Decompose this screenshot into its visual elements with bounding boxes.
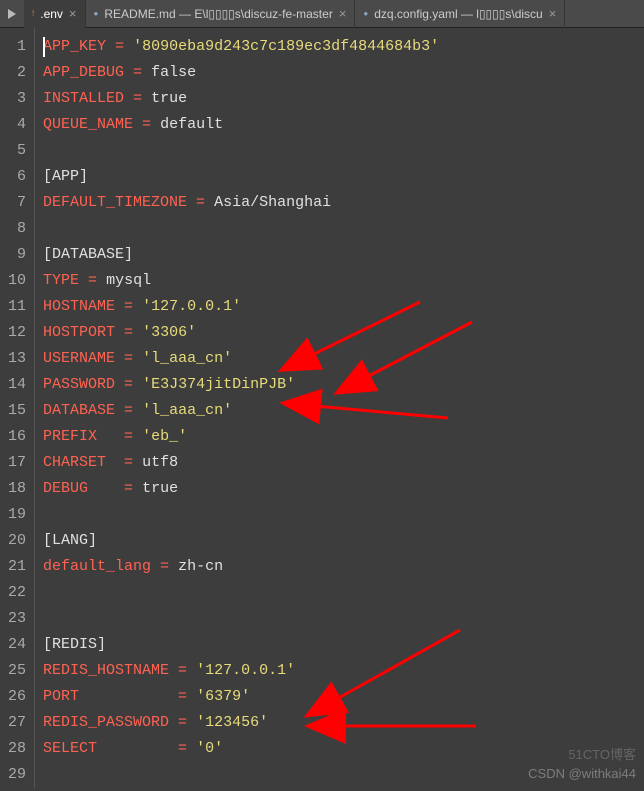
code-line[interactable]: [APP] bbox=[43, 164, 644, 190]
code-line[interactable]: APP_KEY = '8090eba9d243c7c189ec3df484468… bbox=[43, 34, 644, 60]
tab-1[interactable]: ● README.md — E\l▯▯▯▯s\discuz-fe-master × bbox=[86, 0, 356, 28]
code-line[interactable]: HOSTNAME = '127.0.0.1' bbox=[43, 294, 644, 320]
close-icon[interactable]: × bbox=[339, 6, 347, 21]
close-icon[interactable]: × bbox=[549, 6, 557, 21]
play-icon[interactable] bbox=[0, 9, 24, 19]
line-number: 29 bbox=[0, 762, 34, 788]
code-line[interactable]: APP_DEBUG = false bbox=[43, 60, 644, 86]
line-number: 6 bbox=[0, 164, 34, 190]
line-number: 13 bbox=[0, 346, 34, 372]
watermark-csdn: CSDN @withkai44 bbox=[528, 766, 636, 781]
text-cursor bbox=[43, 37, 45, 57]
code-line[interactable]: REDIS_HOSTNAME = '127.0.0.1' bbox=[43, 658, 644, 684]
line-number: 23 bbox=[0, 606, 34, 632]
line-number: 17 bbox=[0, 450, 34, 476]
line-number: 18 bbox=[0, 476, 34, 502]
line-number: 24 bbox=[0, 632, 34, 658]
file-icon: ! bbox=[32, 9, 34, 18]
code-line[interactable]: CHARSET = utf8 bbox=[43, 450, 644, 476]
line-number: 16 bbox=[0, 424, 34, 450]
line-number: 11 bbox=[0, 294, 34, 320]
line-number: 21 bbox=[0, 554, 34, 580]
watermark-51cto: 51CTO博客 bbox=[568, 744, 636, 763]
code-line[interactable] bbox=[43, 502, 644, 528]
file-icon: ● bbox=[363, 9, 368, 18]
tab-0[interactable]: ! .env × bbox=[24, 0, 86, 28]
code-line[interactable]: PREFIX = 'eb_' bbox=[43, 424, 644, 450]
tab-label: dzq.config.yaml — l▯▯▯▯s\discu bbox=[374, 7, 542, 21]
code-line[interactable]: SELECT = '0' bbox=[43, 736, 644, 762]
line-number: 14 bbox=[0, 372, 34, 398]
code-line[interactable]: [LANG] bbox=[43, 528, 644, 554]
code-line[interactable]: REDIS_PASSWORD = '123456' bbox=[43, 710, 644, 736]
line-number: 10 bbox=[0, 268, 34, 294]
code-line[interactable]: [DATABASE] bbox=[43, 242, 644, 268]
code-line[interactable] bbox=[43, 580, 644, 606]
line-number: 15 bbox=[0, 398, 34, 424]
code-line[interactable]: DEFAULT_TIMEZONE = Asia/Shanghai bbox=[43, 190, 644, 216]
code-line[interactable]: default_lang = zh-cn bbox=[43, 554, 644, 580]
code-line[interactable]: [REDIS] bbox=[43, 632, 644, 658]
line-number: 28 bbox=[0, 736, 34, 762]
line-number: 3 bbox=[0, 86, 34, 112]
code-line[interactable]: USERNAME = 'l_aaa_cn' bbox=[43, 346, 644, 372]
tab-label: README.md — E\l▯▯▯▯s\discuz-fe-master bbox=[104, 7, 332, 21]
line-number: 19 bbox=[0, 502, 34, 528]
tab-bar: ! .env × ● README.md — E\l▯▯▯▯s\discuz-fe-ma… bbox=[0, 0, 644, 28]
tab-label: .env bbox=[40, 7, 63, 21]
line-number: 25 bbox=[0, 658, 34, 684]
line-number: 8 bbox=[0, 216, 34, 242]
file-icon: ● bbox=[94, 9, 99, 18]
line-number: 22 bbox=[0, 580, 34, 606]
code-line[interactable]: INSTALLED = true bbox=[43, 86, 644, 112]
code-editor[interactable]: 1234567891011121314151617181920212223242… bbox=[0, 28, 644, 788]
line-number: 5 bbox=[0, 138, 34, 164]
code-area[interactable]: APP_KEY = '8090eba9d243c7c189ec3df484468… bbox=[34, 28, 644, 788]
code-line[interactable]: DATABASE = 'l_aaa_cn' bbox=[43, 398, 644, 424]
code-line[interactable] bbox=[43, 606, 644, 632]
code-line[interactable] bbox=[43, 138, 644, 164]
line-number: 4 bbox=[0, 112, 34, 138]
line-number: 7 bbox=[0, 190, 34, 216]
line-number: 20 bbox=[0, 528, 34, 554]
line-number: 12 bbox=[0, 320, 34, 346]
code-line[interactable]: HOSTPORT = '3306' bbox=[43, 320, 644, 346]
code-line[interactable]: DEBUG = true bbox=[43, 476, 644, 502]
line-number: 27 bbox=[0, 710, 34, 736]
line-number: 1 bbox=[0, 34, 34, 60]
close-icon[interactable]: × bbox=[69, 6, 77, 21]
line-number: 2 bbox=[0, 60, 34, 86]
tab-2[interactable]: ● dzq.config.yaml — l▯▯▯▯s\discu × bbox=[355, 0, 565, 28]
line-gutter: 1234567891011121314151617181920212223242… bbox=[0, 28, 34, 788]
code-line[interactable]: TYPE = mysql bbox=[43, 268, 644, 294]
code-line[interactable] bbox=[43, 216, 644, 242]
code-line[interactable]: PORT = '6379' bbox=[43, 684, 644, 710]
line-number: 9 bbox=[0, 242, 34, 268]
code-line[interactable]: QUEUE_NAME = default bbox=[43, 112, 644, 138]
code-line[interactable]: PASSWORD = 'E3J374jitDinPJB' bbox=[43, 372, 644, 398]
line-number: 26 bbox=[0, 684, 34, 710]
